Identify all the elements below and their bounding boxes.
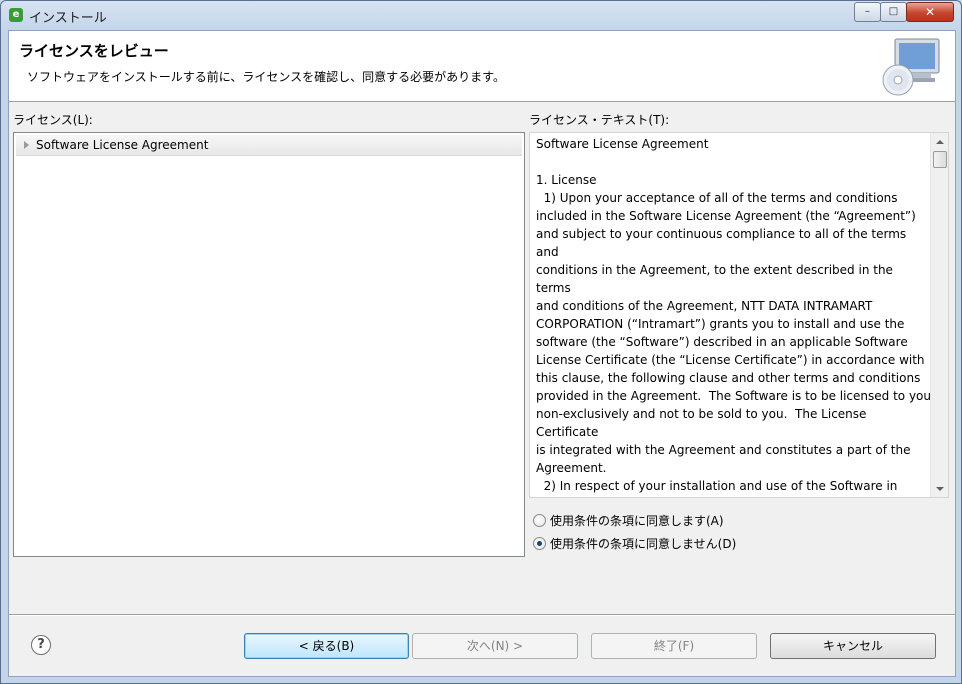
expand-arrow-icon[interactable] xyxy=(24,141,29,149)
scroll-up-icon[interactable] xyxy=(936,140,944,144)
license-text-area[interactable]: Software License Agreement 1. License 1)… xyxy=(529,132,949,498)
license-tree-item[interactable]: Software License Agreement xyxy=(16,135,522,156)
scroll-thumb[interactable] xyxy=(933,151,947,168)
wizard-header: ライセンスをレビュー ソフトウェアをインストールする前に、ライセンスを確認し、同… xyxy=(9,31,955,102)
scroll-down-icon[interactable] xyxy=(936,487,944,491)
install-dialog: e インストール – □ ✕ ライセンスをレビュー ソフトウェアをインストールす… xyxy=(0,0,962,684)
footer-divider xyxy=(9,614,955,616)
eclipse-app-icon: e xyxy=(9,8,23,22)
help-icon[interactable]: ? xyxy=(31,635,51,655)
next-button[interactable]: 次へ(N) > xyxy=(412,633,578,659)
accept-label[interactable]: 使用条件の条項に同意します(A) xyxy=(550,512,724,529)
close-button[interactable]: ✕ xyxy=(906,2,954,22)
computer-cd-icon xyxy=(882,38,940,96)
license-tree[interactable]: Software License Agreement xyxy=(13,132,525,557)
decline-label[interactable]: 使用条件の条項に同意しません(D) xyxy=(550,535,736,552)
maximize-button[interactable]: □ xyxy=(880,2,907,22)
license-text-scrollbar[interactable] xyxy=(930,133,948,497)
license-item-label: Software License Agreement xyxy=(36,138,209,152)
minimize-button[interactable]: – xyxy=(854,2,881,22)
license-text-label: ライセンス・テキスト(T): xyxy=(529,113,670,127)
page-description: ソフトウェアをインストールする前に、ライセンスを確認し、同意する必要があります。 xyxy=(27,70,505,84)
license-text-body: Software License Agreement 1. License 1)… xyxy=(536,137,931,493)
cancel-button[interactable]: キャンセル xyxy=(770,633,936,659)
dialog-content: ライセンスをレビュー ソフトウェアをインストールする前に、ライセンスを確認し、同… xyxy=(8,30,956,677)
licenses-label: ライセンス(L): xyxy=(13,113,93,127)
page-title: ライセンスをレビュー xyxy=(19,42,169,60)
accept-radio[interactable] xyxy=(533,514,546,527)
back-button[interactable]: < 戻る(B) xyxy=(244,633,409,659)
window-title: インストール xyxy=(29,11,107,26)
decline-radio[interactable] xyxy=(533,537,546,550)
title-bar[interactable]: e インストール – □ ✕ xyxy=(1,1,961,29)
finish-button[interactable]: 終了(F) xyxy=(591,633,757,659)
